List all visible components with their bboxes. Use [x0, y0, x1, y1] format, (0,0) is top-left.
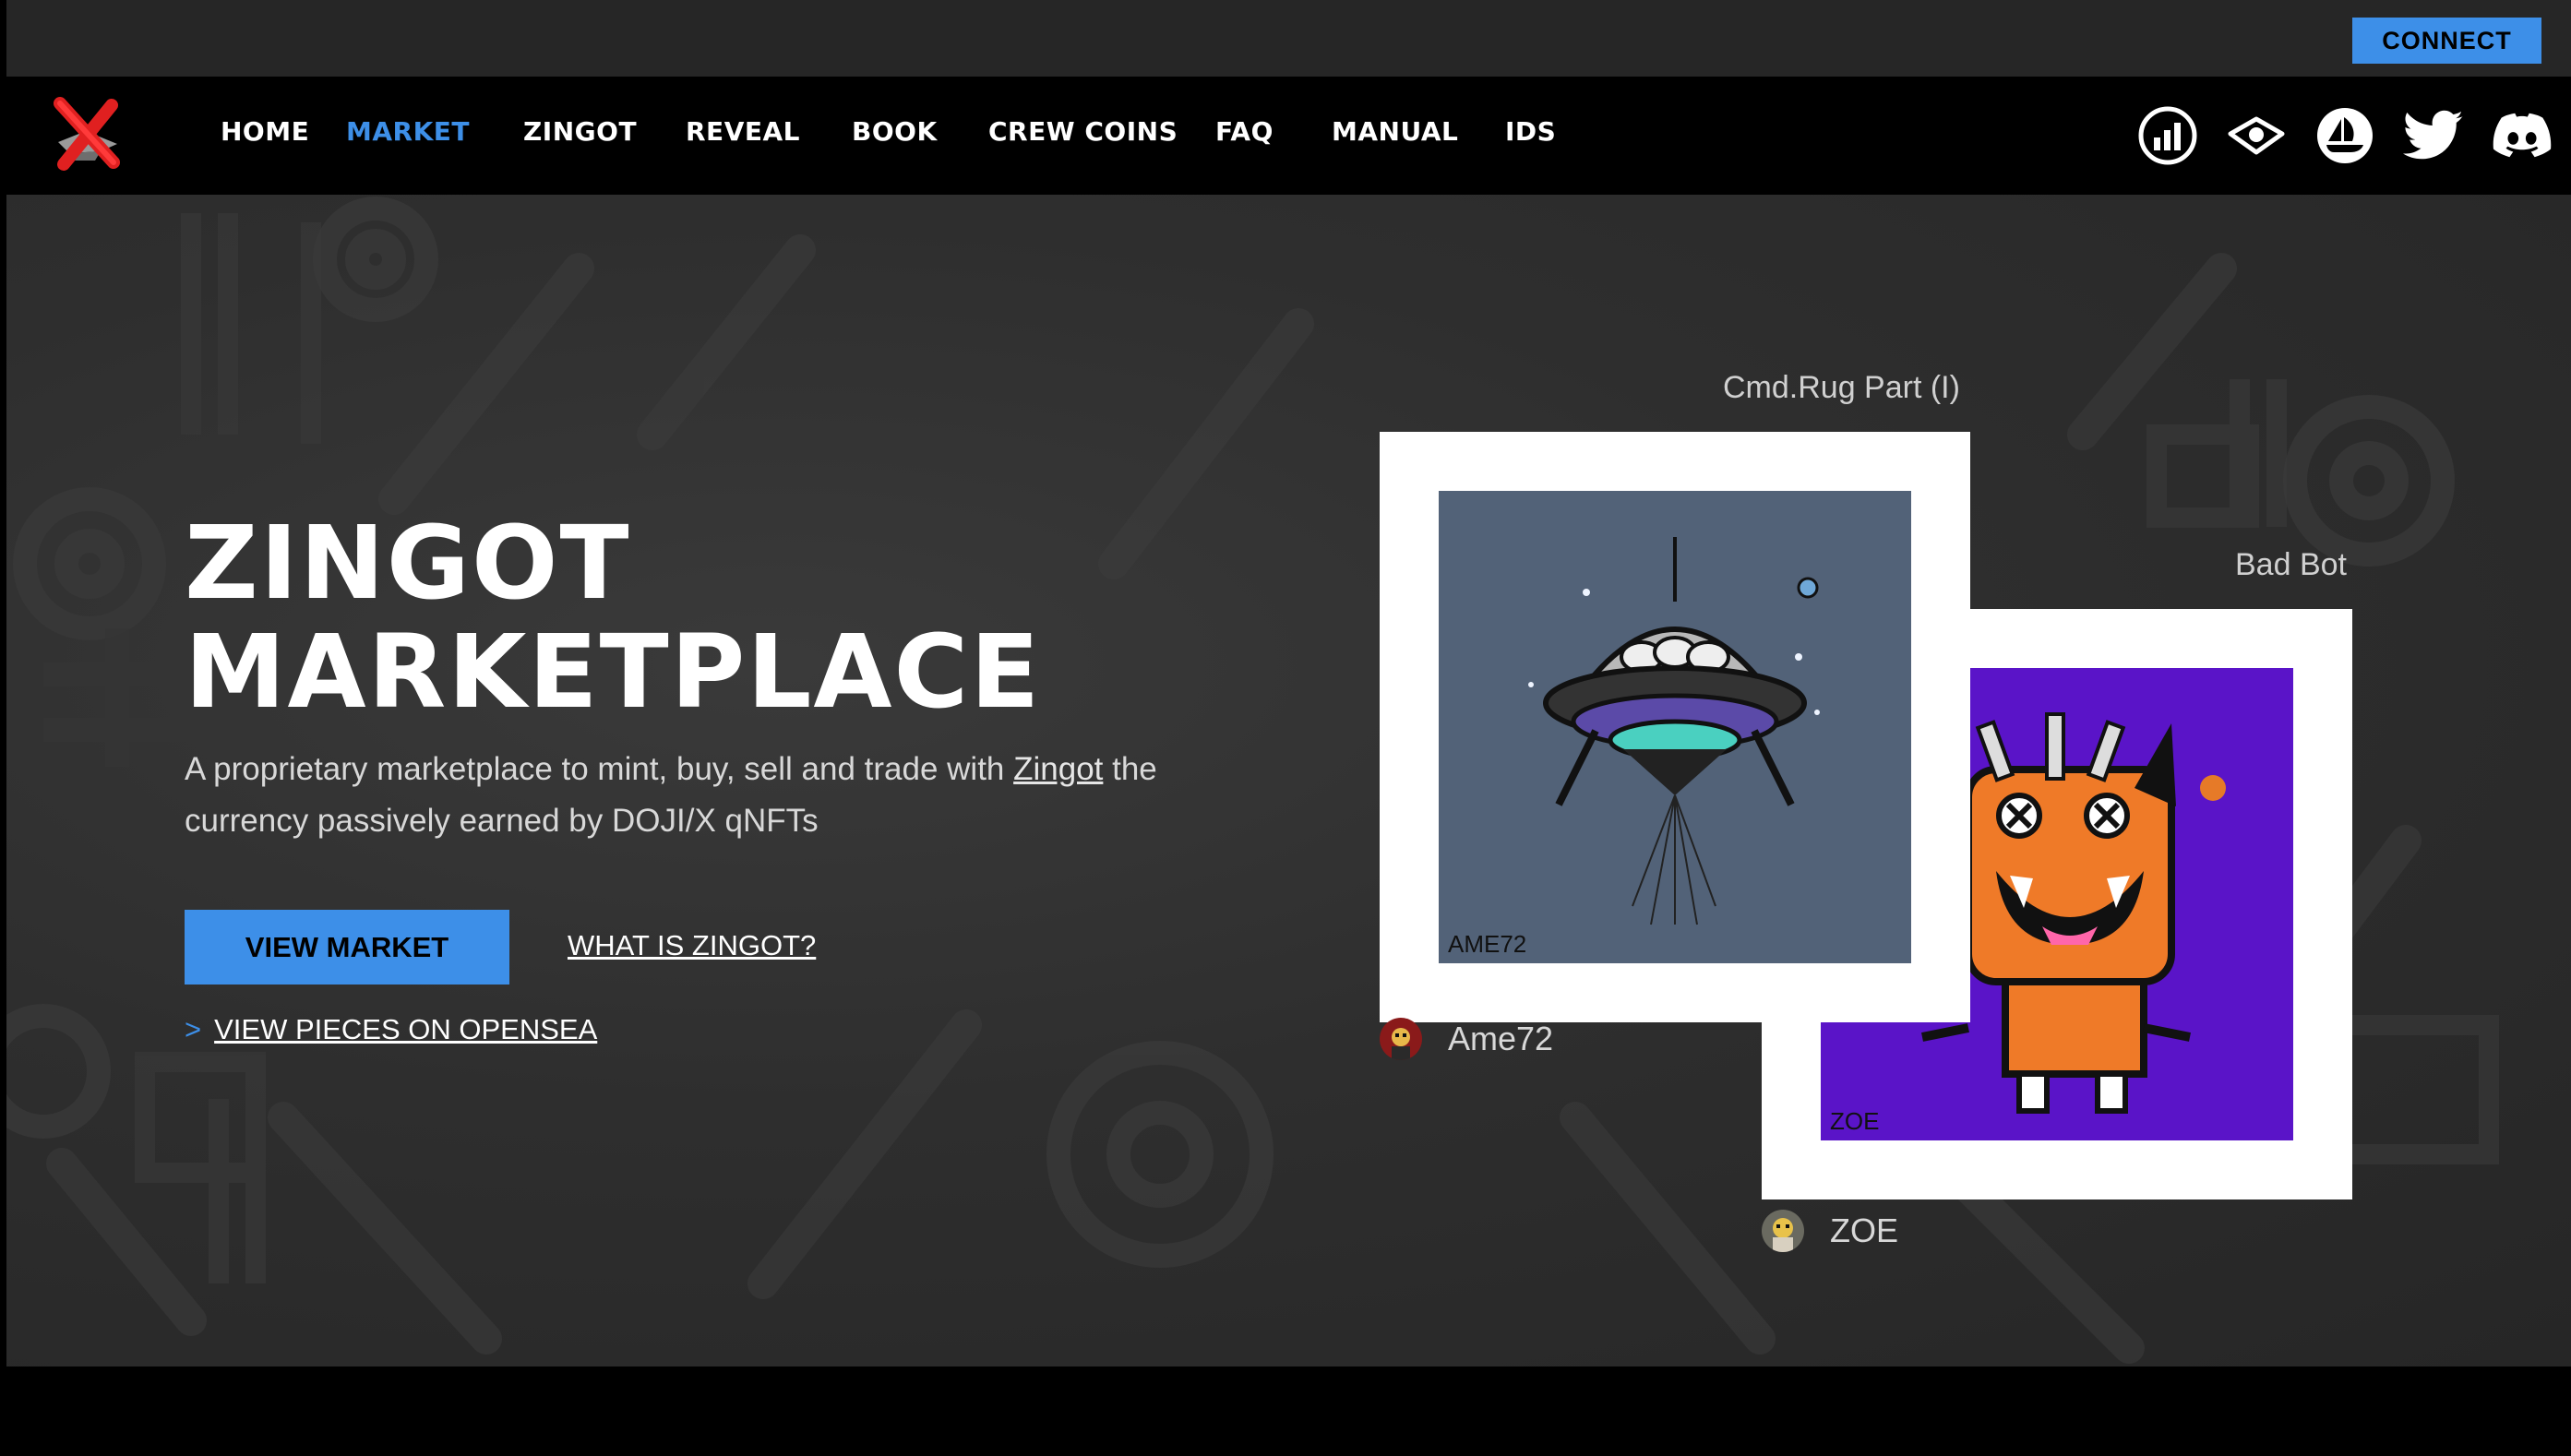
- title-line-2: MARKETPLACE: [185, 613, 1042, 731]
- desc-text-before: A proprietary marketplace to mint, buy, …: [185, 751, 1014, 787]
- nav-book[interactable]: BOOK: [852, 116, 938, 147]
- page-frame: CONNECT HOME MARKET ZINGOT REVEAL BOOK C…: [6, 0, 2571, 1456]
- nav-home[interactable]: HOME: [221, 116, 309, 147]
- svg-text:AME72: AME72: [1448, 930, 1526, 958]
- cmd-rug-artwork: AME72: [1439, 491, 1911, 963]
- hero-description: A proprietary marketplace to mint, buy, …: [185, 744, 1246, 847]
- page-title: ZINGOT MARKETPLACE: [185, 508, 1200, 726]
- eye-icon[interactable]: [2226, 105, 2287, 166]
- nav-reveal[interactable]: REVEAL: [686, 116, 800, 147]
- opensea-row: > VIEW PIECES ON OPENSEA: [185, 1013, 597, 1046]
- chart-icon[interactable]: [2137, 105, 2198, 166]
- bottom-band: [6, 1366, 2571, 1456]
- opensea-icon[interactable]: [2314, 105, 2375, 166]
- nav-zingot[interactable]: ZINGOT: [523, 116, 637, 147]
- twitter-icon[interactable]: [2403, 105, 2464, 166]
- nav-faq[interactable]: FAQ: [1215, 116, 1274, 147]
- social-links: [2137, 77, 2553, 195]
- what-is-zingot-link[interactable]: WHAT IS ZINGOT?: [568, 929, 816, 962]
- nav-manual[interactable]: MANUAL: [1332, 116, 1458, 147]
- nav-ids[interactable]: IDS: [1505, 116, 1556, 147]
- discord-icon[interactable]: [2492, 105, 2553, 166]
- card-title-bad-bot: Bad Bot: [2235, 547, 2347, 582]
- main-nav: HOME MARKET ZINGOT REVEAL BOOK CREW COIN…: [6, 77, 2571, 195]
- top-bar: CONNECT: [6, 0, 2571, 77]
- doji-logo-icon[interactable]: [49, 96, 126, 173]
- nav-market[interactable]: MARKET: [346, 116, 470, 147]
- avatar: [1762, 1210, 1804, 1252]
- nft-card-cmd-rug[interactable]: AME72: [1380, 432, 1970, 1022]
- connect-button[interactable]: CONNECT: [2352, 18, 2541, 64]
- creator-zoe[interactable]: ZOE: [1762, 1210, 1898, 1252]
- nav-crew-coins[interactable]: CREW COINS: [988, 116, 1178, 147]
- view-market-button[interactable]: VIEW MARKET: [185, 910, 509, 985]
- view-on-opensea-link[interactable]: VIEW PIECES ON OPENSEA: [214, 1013, 597, 1046]
- creator-name: ZOE: [1830, 1211, 1899, 1249]
- card-title-cmd-rug: Cmd.Rug Part (I): [1723, 370, 1960, 405]
- hero-section: ZINGOT MARKETPLACE A proprietary marketp…: [6, 195, 2571, 1366]
- title-line-1: ZINGOT: [185, 504, 631, 622]
- creator-ame72[interactable]: Ame72: [1380, 1018, 1553, 1060]
- creator-name: Ame72: [1448, 1020, 1554, 1057]
- svg-text:ZOE: ZOE: [1830, 1107, 1879, 1135]
- zingot-link[interactable]: Zingot: [1013, 751, 1103, 787]
- avatar: [1380, 1018, 1422, 1060]
- chevron-right-icon: >: [185, 1013, 202, 1045]
